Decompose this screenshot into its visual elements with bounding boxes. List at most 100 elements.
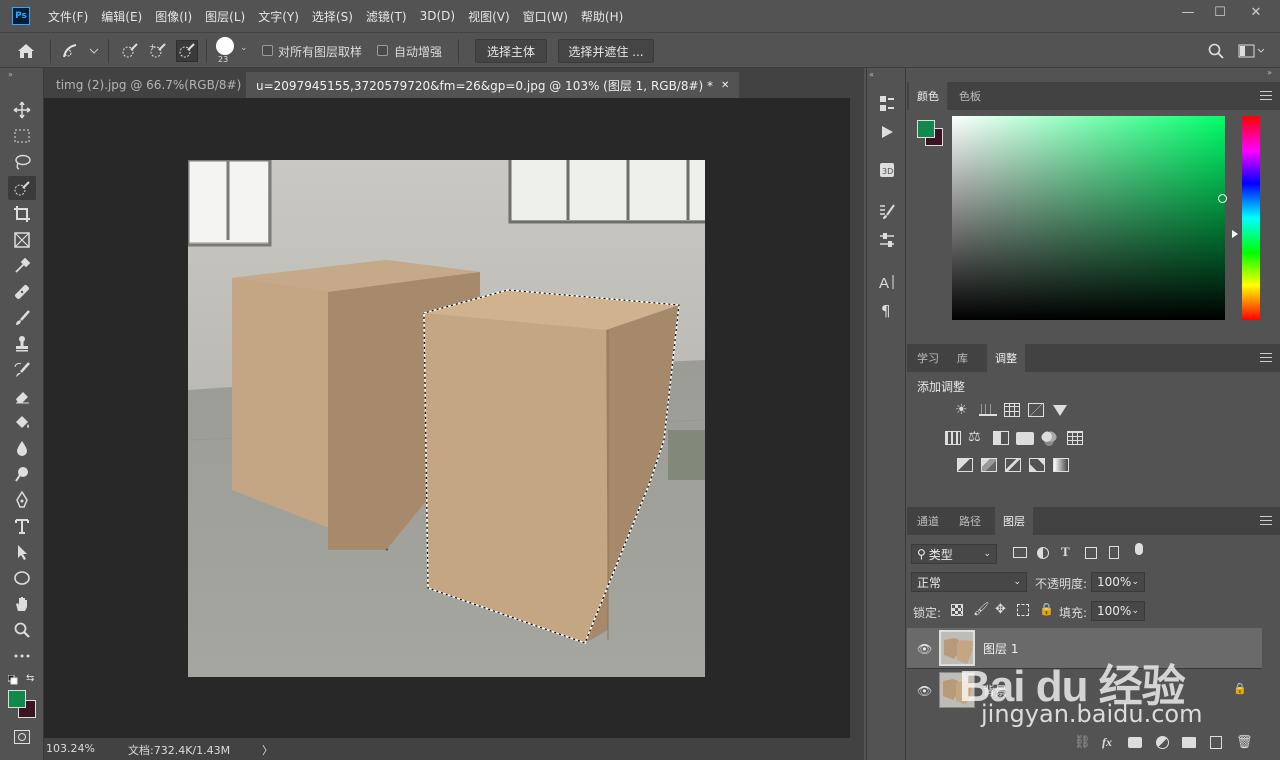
paragraph-panel-icon[interactable]: ¶: [877, 300, 897, 320]
layer-filter-select[interactable]: ⚲ 类型 ⌄: [911, 544, 997, 564]
vibrance-icon[interactable]: [1053, 405, 1067, 416]
panel-menu-icon[interactable]: [1260, 353, 1272, 362]
swap-colors-icon[interactable]: ⇆: [26, 673, 34, 684]
type-layer-filter-icon[interactable]: T: [1061, 544, 1070, 560]
eraser-tool-icon[interactable]: [8, 384, 36, 408]
clone-stamp-tool-icon[interactable]: [8, 332, 36, 356]
shape-layer-filter-icon[interactable]: [1085, 547, 1097, 559]
subtract-selection-brush-icon[interactable]: [176, 40, 198, 62]
visibility-eye-icon[interactable]: 👁: [917, 642, 935, 656]
channel-mixer-icon[interactable]: [1041, 431, 1057, 447]
lock-all-icon[interactable]: 🔒: [1039, 602, 1054, 616]
levels-icon[interactable]: [979, 404, 997, 416]
pixel-layer-filter-icon[interactable]: [1013, 547, 1027, 558]
properties-sliders-icon[interactable]: [877, 230, 897, 250]
menu-image[interactable]: 图像(I): [155, 8, 192, 25]
quick-mask-icon[interactable]: [14, 730, 30, 744]
blend-mode-select[interactable]: 正常 ⌄: [911, 572, 1027, 592]
close-tab-icon[interactable]: ✕: [721, 80, 729, 91]
foreground-color-swatch[interactable]: [8, 690, 26, 708]
tab-active-document[interactable]: u=2097945155,3720579720&fm=26&gp=0.jpg @…: [246, 72, 740, 98]
new-layer-icon[interactable]: [1210, 736, 1222, 749]
hue-saturation-icon[interactable]: [945, 431, 961, 445]
tab-adjustments[interactable]: 调整: [987, 344, 1025, 372]
ellipse-tool-icon[interactable]: [8, 566, 36, 590]
close-window-button[interactable]: ✕: [1240, 0, 1272, 24]
photo-filter-icon[interactable]: [1016, 432, 1034, 445]
menu-help[interactable]: 帮助(H): [581, 8, 623, 25]
invert-icon[interactable]: [957, 458, 973, 472]
quick-selection-tool-icon[interactable]: [8, 176, 36, 200]
collapse-toolbar-icon[interactable]: »: [8, 70, 13, 79]
layer-name[interactable]: 背景: [983, 682, 1007, 699]
curves-icon[interactable]: [1004, 403, 1020, 417]
tab-timg[interactable]: timg (2).jpg @ 66.7%(RGB/8#) ✕: [46, 72, 272, 98]
restore-button[interactable]: ☐: [1204, 0, 1236, 24]
posterize-icon[interactable]: [981, 458, 997, 472]
menu-window[interactable]: 窗口(W): [523, 8, 568, 25]
tab-color[interactable]: 颜色: [909, 82, 947, 110]
dodge-tool-icon[interactable]: [8, 462, 36, 486]
menu-file[interactable]: 文件(F): [48, 8, 88, 25]
fill-input[interactable]: 100% ⌄: [1091, 601, 1145, 621]
tool-preset-picker[interactable]: [60, 41, 100, 61]
fx-icon[interactable]: fx: [1102, 735, 1112, 750]
smart-object-filter-icon[interactable]: [1109, 546, 1119, 559]
color-balance-icon[interactable]: ⚖: [968, 429, 981, 445]
crop-tool-icon[interactable]: [8, 202, 36, 226]
brush-picker-chevron-icon[interactable]: ⌄: [240, 43, 248, 53]
menu-view[interactable]: 视图(V): [468, 8, 510, 25]
color-panel-foreground-swatch[interactable]: [917, 120, 935, 138]
search-icon[interactable]: [1208, 43, 1224, 59]
gradient-map-icon[interactable]: [1053, 458, 1069, 472]
exposure-icon[interactable]: [1028, 403, 1044, 417]
hue-slider-handle-icon[interactable]: [1232, 230, 1238, 238]
workspace-icon[interactable]: [1238, 43, 1265, 59]
paint-bucket-tool-icon[interactable]: [8, 410, 36, 434]
hand-tool-icon[interactable]: [8, 592, 36, 616]
picker-cursor[interactable]: [1218, 194, 1227, 203]
delete-layer-trash-icon[interactable]: 🗑: [1236, 735, 1253, 750]
opacity-input[interactable]: 100% ⌄: [1091, 572, 1145, 592]
menu-edit[interactable]: 编辑(E): [101, 8, 142, 25]
brush-settings-icon[interactable]: [877, 202, 897, 222]
history-panel-icon[interactable]: [877, 94, 897, 114]
adjustment-layer-filter-icon[interactable]: [1037, 547, 1049, 559]
character-panel-icon[interactable]: A: [877, 272, 897, 292]
threshold-icon[interactable]: [1005, 458, 1021, 472]
3d-panel-icon[interactable]: 3D: [877, 160, 897, 180]
document-image[interactable]: [188, 160, 705, 677]
color-lookup-icon[interactable]: [1067, 431, 1083, 445]
black-white-icon[interactable]: [993, 431, 1009, 445]
tab-learn[interactable]: 学习: [909, 344, 947, 372]
add-selection-brush-icon[interactable]: +: [148, 41, 168, 61]
minimize-button[interactable]: —: [1172, 0, 1204, 24]
history-brush-tool-icon[interactable]: [8, 358, 36, 382]
zoom-level[interactable]: 103.24%: [46, 742, 95, 755]
healing-brush-tool-icon[interactable]: [8, 280, 36, 304]
lock-transparent-icon[interactable]: [951, 604, 963, 616]
blur-tool-icon[interactable]: [8, 436, 36, 460]
brightness-contrast-icon[interactable]: ☀: [955, 402, 968, 418]
path-selection-tool-icon[interactable]: [8, 540, 36, 564]
panel-menu-icon[interactable]: [1260, 91, 1272, 100]
layer-name[interactable]: 图层 1: [983, 640, 1018, 657]
menu-3d[interactable]: 3D(D): [420, 9, 455, 23]
eyedropper-tool-icon[interactable]: [8, 254, 36, 278]
status-menu-arrow[interactable]: 〉: [262, 742, 273, 758]
more-tools-icon[interactable]: [8, 644, 36, 668]
sample-all-layers-checkbox[interactable]: [262, 45, 273, 56]
filter-toggle-icon[interactable]: [1135, 543, 1143, 555]
lasso-tool-icon[interactable]: [8, 150, 36, 174]
select-subject-button[interactable]: 选择主体: [475, 39, 547, 63]
new-selection-brush-icon[interactable]: [120, 41, 140, 61]
layer-row-background[interactable]: 👁 背景 🔒: [907, 670, 1262, 710]
expand-panels-icon[interactable]: «: [869, 70, 874, 79]
marquee-tool-icon[interactable]: [8, 124, 36, 148]
frame-tool-icon[interactable]: [8, 228, 36, 252]
tab-swatches[interactable]: 色板: [951, 82, 989, 110]
visibility-eye-icon[interactable]: 👁: [917, 684, 935, 698]
tab-paths[interactable]: 路径: [951, 507, 989, 535]
layer-row-layer1[interactable]: 👁 图层 1: [907, 628, 1262, 668]
brush-size-swatch[interactable]: [216, 37, 234, 55]
